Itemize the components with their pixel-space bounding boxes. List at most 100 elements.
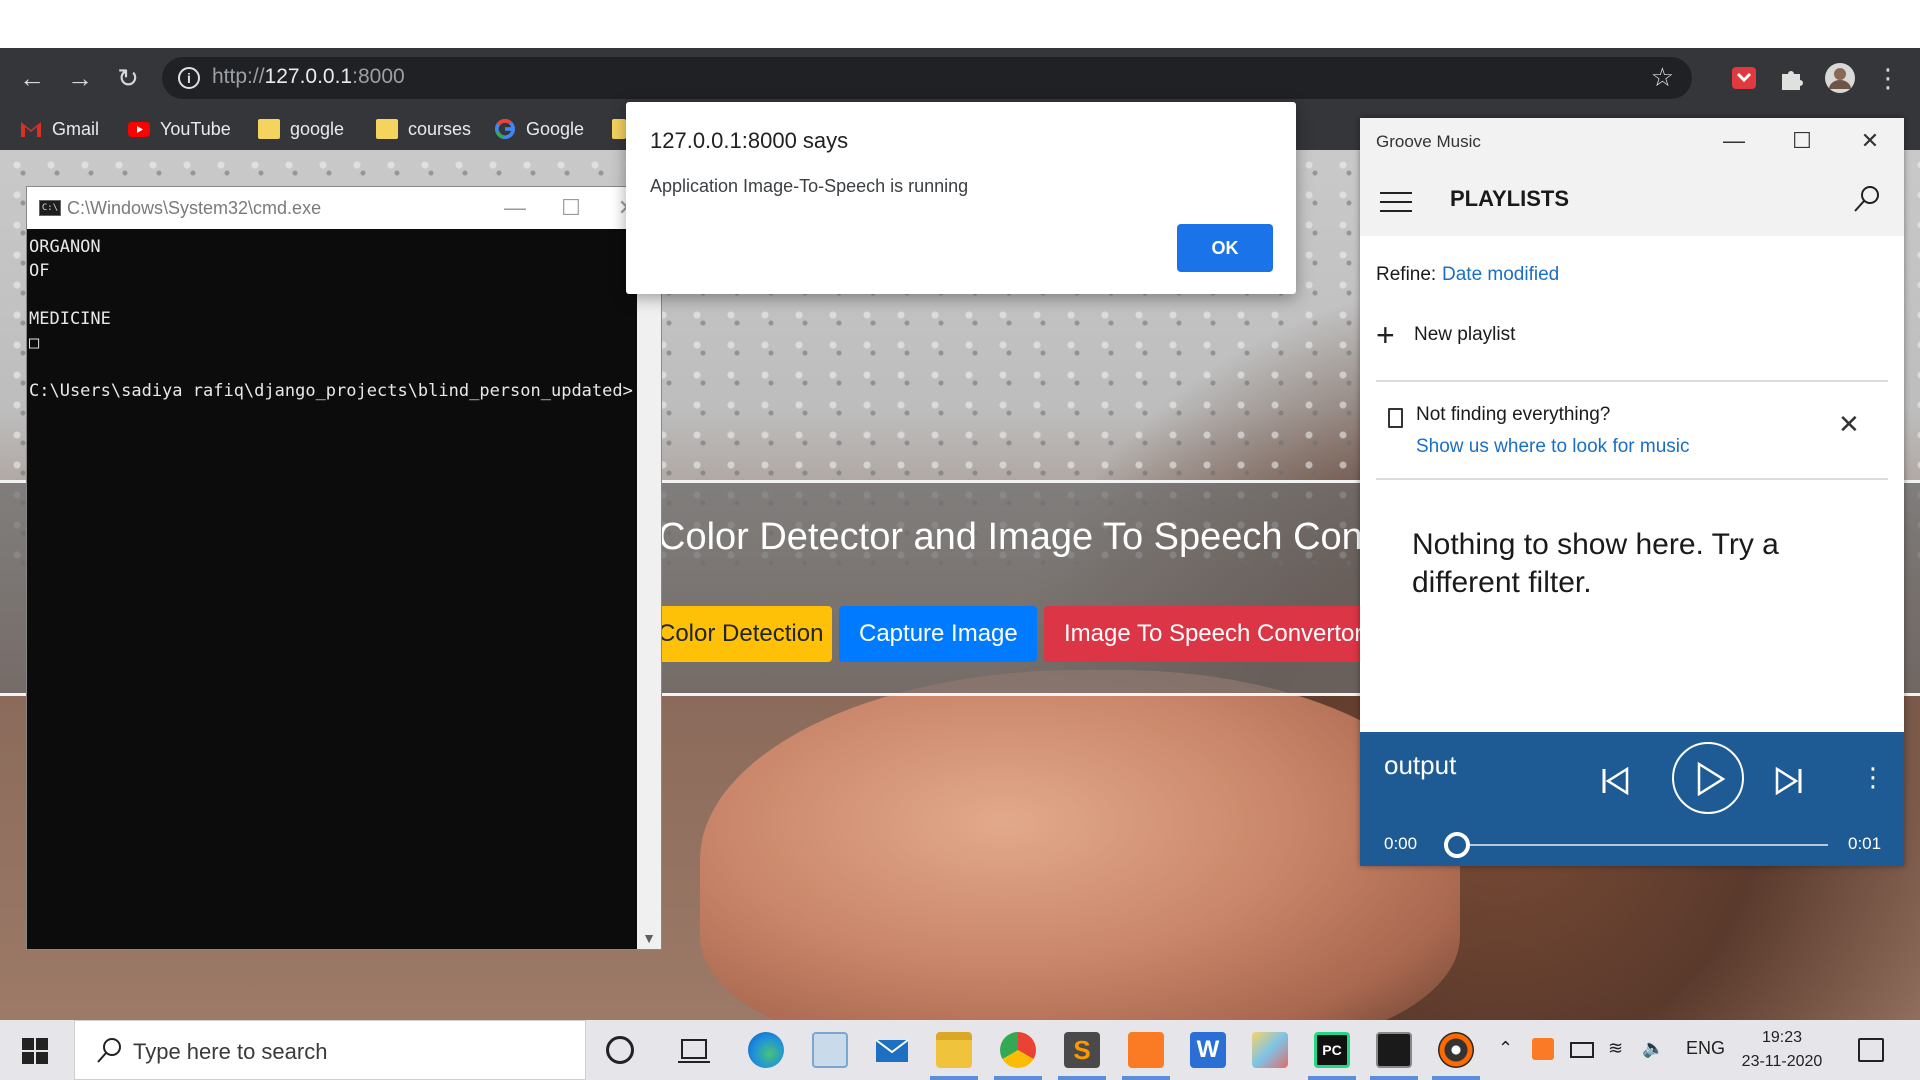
close-icon[interactable]: ✕ — [1836, 118, 1904, 164]
capture-image-button[interactable]: Capture Image — [839, 606, 1037, 662]
minimize-icon[interactable]: — — [1700, 118, 1768, 164]
phone-icon — [1388, 408, 1403, 428]
google-icon — [495, 119, 515, 139]
active-app-indicator — [1370, 1076, 1418, 1080]
file-explorer-icon[interactable] — [936, 1032, 972, 1068]
active-app-indicator — [1122, 1076, 1170, 1080]
bookmark-folder-courses[interactable]: courses — [376, 114, 471, 144]
cmd-output[interactable]: ORGANON OF MEDICINE □ C:\Users\sadiya ra… — [27, 229, 637, 949]
more-options-icon[interactable]: ⋮ — [1860, 762, 1886, 793]
chrome-icon[interactable] — [1000, 1032, 1036, 1068]
play-icon — [1697, 762, 1726, 796]
folder-icon — [376, 119, 398, 139]
divider — [1376, 478, 1888, 480]
color-detection-button[interactable]: Color Detection — [640, 606, 832, 662]
bookmark-label: courses — [408, 118, 472, 139]
alert-message: Application Image-To-Speech is running — [650, 176, 969, 196]
system-clock[interactable]: 19:23 23-11-2020 — [1734, 1026, 1830, 1074]
ok-button[interactable]: OK — [1177, 224, 1273, 272]
folder-icon — [612, 119, 626, 139]
alert-dialog: 127.0.0.1:8000 says Application Image-To… — [626, 102, 1296, 294]
scroll-down-icon[interactable]: ▼ — [637, 927, 661, 949]
storage-app-icon[interactable] — [812, 1032, 848, 1068]
maximize-icon[interactable]: ☐ — [543, 187, 599, 229]
profile-avatar[interactable] — [1824, 62, 1856, 94]
bookmark-label: Google — [526, 118, 585, 139]
now-playing-bar: output ⋮ 0:00 0:01 — [1360, 732, 1904, 866]
clock-date: 23-11-2020 — [1741, 1053, 1823, 1070]
cortana-icon[interactable] — [606, 1036, 634, 1064]
task-view-icon[interactable] — [676, 1032, 712, 1068]
active-app-indicator — [930, 1076, 978, 1080]
track-title[interactable]: output — [1384, 750, 1456, 781]
url-text[interactable]: http://127.0.0.1:8000 — [212, 65, 405, 89]
wps-writer-icon[interactable]: W — [1190, 1032, 1226, 1068]
active-app-indicator — [1308, 1076, 1356, 1080]
sublime-text-icon[interactable]: S — [1064, 1032, 1100, 1068]
start-windows-icon[interactable] — [22, 1038, 48, 1064]
language-indicator[interactable]: ENG — [1686, 1038, 1725, 1059]
minimize-icon[interactable]: — — [487, 187, 543, 229]
groove-music-icon[interactable] — [1438, 1032, 1474, 1068]
paint-icon[interactable] — [1252, 1032, 1288, 1068]
new-playlist-button[interactable]: + New playlist — [1376, 318, 1515, 352]
bookmark-star-icon[interactable]: ☆ — [1651, 62, 1674, 93]
forward-icon[interactable]: → — [64, 62, 96, 94]
show-hidden-icons-chevron-icon[interactable]: ⌃ — [1498, 1038, 1513, 1059]
bookmark-youtube[interactable]: YouTube — [128, 114, 231, 144]
battery-icon[interactable] — [1570, 1042, 1594, 1058]
hand-photo-area — [700, 670, 1460, 1020]
xampp-icon[interactable] — [1128, 1032, 1164, 1068]
window-top-strip — [0, 0, 1920, 48]
cmd-window[interactable]: C:\ C:\Windows\System32\cmd.exe — ☐ ✕ OR… — [26, 186, 662, 950]
plus-icon: + — [1376, 317, 1395, 353]
edge-browser-icon[interactable] — [748, 1032, 784, 1068]
site-info-icon[interactable]: i — [178, 67, 200, 89]
cmd-app-icon: C:\ — [39, 200, 61, 216]
bookmark-gmail[interactable]: Gmail — [20, 114, 99, 144]
maximize-icon[interactable]: ☐ — [1768, 118, 1836, 164]
pycharm-icon[interactable]: PC — [1314, 1032, 1350, 1068]
cmd-window-title: C:\Windows\System32\cmd.exe — [67, 197, 322, 218]
site-title: Color Detector and Image To Speech Conve… — [658, 516, 1460, 558]
notification-center-icon[interactable] — [1858, 1038, 1884, 1062]
alert-title: 127.0.0.1:8000 says — [650, 128, 849, 153]
bookmark-google[interactable]: Google — [494, 114, 584, 144]
volume-icon[interactable]: 🔈 — [1642, 1038, 1664, 1059]
cmd-scrollbar[interactable]: ▲ ▼ — [637, 229, 661, 949]
reload-icon[interactable]: ↻ — [112, 62, 144, 94]
next-track-icon[interactable] — [1774, 766, 1804, 796]
bookmark-label: Gmail — [52, 118, 100, 139]
taskbar-search-box[interactable]: Type here to search — [74, 1020, 586, 1080]
refine-dropdown[interactable]: Date modified — [1442, 264, 1559, 286]
play-button[interactable] — [1672, 742, 1744, 814]
taskbar: Type here to search S W PC ⌃ ≋ 🔈 ENG 19:… — [0, 1020, 1920, 1080]
seek-bar[interactable] — [1462, 844, 1828, 846]
new-playlist-label: New playlist — [1414, 324, 1516, 345]
mail-icon[interactable] — [874, 1032, 910, 1068]
extensions-puzzle-icon[interactable] — [1776, 62, 1808, 94]
bookmark-folder-google[interactable]: google — [258, 114, 344, 144]
address-bar[interactable]: i http://127.0.0.1:8000 ☆ — [162, 57, 1692, 99]
back-icon[interactable]: ← — [16, 62, 48, 94]
show-music-locations-link[interactable]: Show us where to look for music — [1416, 436, 1690, 458]
dismiss-close-icon[interactable]: ✕ — [1838, 411, 1860, 437]
bookmark-label: google — [290, 118, 345, 139]
groove-window-title: Groove Music — [1376, 132, 1481, 151]
active-app-indicator — [1058, 1076, 1106, 1080]
groove-titlebar[interactable]: Groove Music — ☐ ✕ — [1360, 118, 1904, 164]
bookmark-label: YouTube — [160, 118, 231, 139]
pocket-extension-icon[interactable] — [1728, 62, 1760, 94]
previous-track-icon[interactable] — [1600, 766, 1630, 796]
empty-state-message: Nothing to show here. Try a different fi… — [1412, 528, 1779, 599]
command-prompt-icon[interactable] — [1376, 1032, 1412, 1068]
refine-label: Refine: — [1376, 264, 1437, 285]
seek-knob[interactable] — [1444, 832, 1470, 858]
folder-icon — [258, 119, 280, 139]
hamburger-menu-icon[interactable] — [1380, 192, 1412, 212]
image-to-speech-button[interactable]: Image To Speech Convertor — [1044, 606, 1364, 662]
browser-menu-icon[interactable]: ⋮ — [1872, 62, 1904, 94]
wifi-icon[interactable]: ≋ — [1608, 1038, 1623, 1059]
search-icon[interactable] — [1852, 184, 1882, 214]
xampp-tray-icon[interactable] — [1532, 1038, 1554, 1060]
